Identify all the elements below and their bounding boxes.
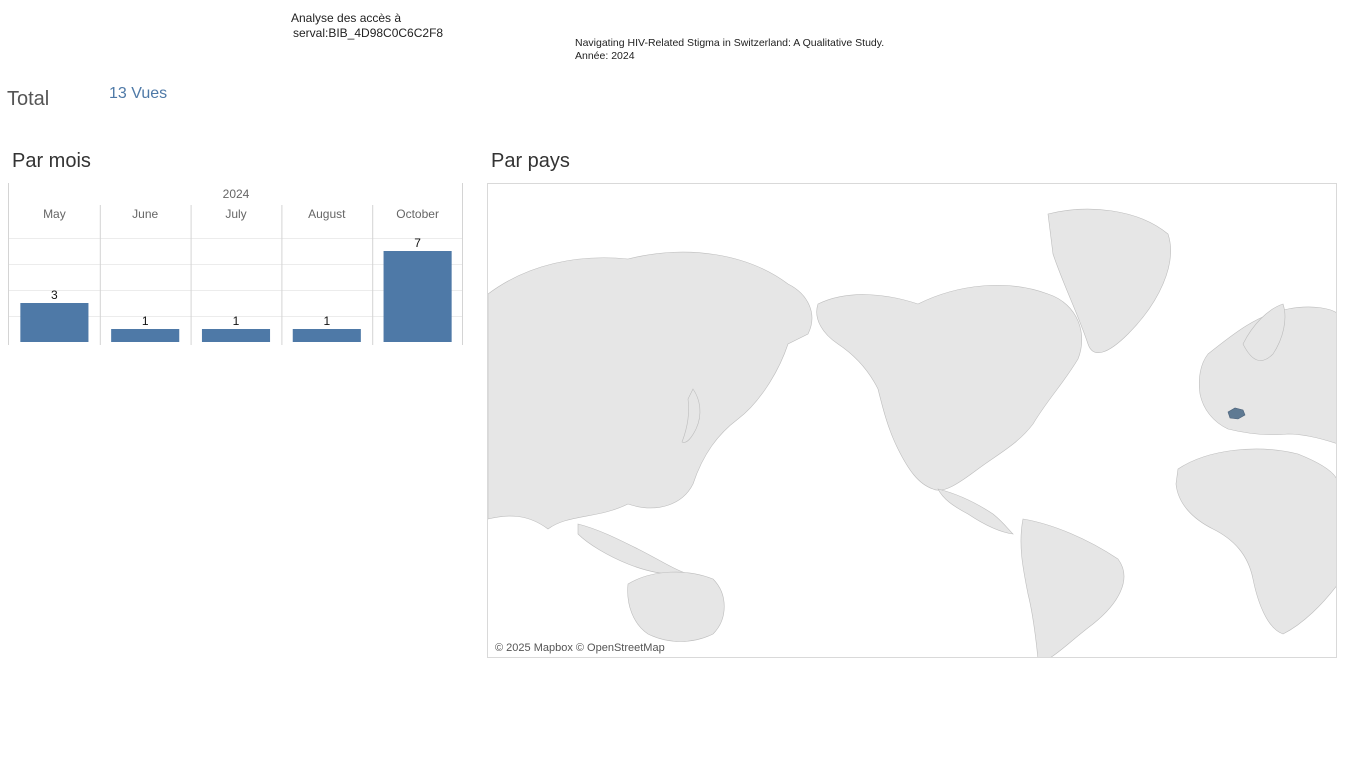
total-views-value: 13 Vues <box>109 85 168 102</box>
month-label: July <box>225 207 246 221</box>
report-header-identifier: serval:BIB_4D98C0C6C2F8 <box>293 26 444 40</box>
report-header: Analyse des accès à serval:BIB_4D98C0C6C… <box>291 11 443 41</box>
bar-value-label: 1 <box>142 314 149 328</box>
report-header-line1: Analyse des accès à <box>291 11 402 25</box>
bar-value-label: 7 <box>414 236 421 250</box>
bar <box>292 329 361 342</box>
world-map-svg <box>488 208 1336 657</box>
month-label: May <box>43 207 66 221</box>
country-map[interactable] <box>487 183 1337 658</box>
map-land-asia <box>488 251 813 530</box>
map-land-central-america <box>937 488 1014 535</box>
month-label: August <box>308 207 346 221</box>
publication-info: Navigating HIV-Related Stigma in Switzer… <box>575 37 884 63</box>
month-label: June <box>132 207 158 221</box>
bar <box>201 329 271 342</box>
map-attribution: © 2025 Mapbox © OpenStreetMap <box>495 642 665 654</box>
by-country-title: Par pays <box>491 150 570 172</box>
map-land-australia <box>627 571 725 642</box>
year-header: 2024 <box>223 187 250 201</box>
bar <box>111 329 180 342</box>
bar <box>383 251 452 342</box>
monthly-views-chart: 2024 May 3 June 1 July 1 August 1 October 7 <box>8 183 464 345</box>
map-land-africa <box>1175 448 1336 635</box>
bar <box>20 303 89 342</box>
publication-year: Année: 2024 <box>575 50 635 62</box>
bar-value-label: 1 <box>323 314 330 328</box>
by-month-title: Par mois <box>12 150 91 172</box>
bar-value-label: 3 <box>51 288 58 302</box>
total-label: Total <box>7 88 50 110</box>
bar-value-label: 1 <box>233 314 240 328</box>
map-land-north-america <box>816 285 1082 491</box>
map-land-southeast-asia <box>577 523 689 575</box>
map-land-south-america <box>1020 518 1125 657</box>
monthly-views-svg: 2024 May 3 June 1 July 1 August 1 October 7 <box>8 183 463 345</box>
publication-title: Navigating HIV-Related Stigma in Switzer… <box>575 37 885 49</box>
month-label: October <box>396 207 439 221</box>
